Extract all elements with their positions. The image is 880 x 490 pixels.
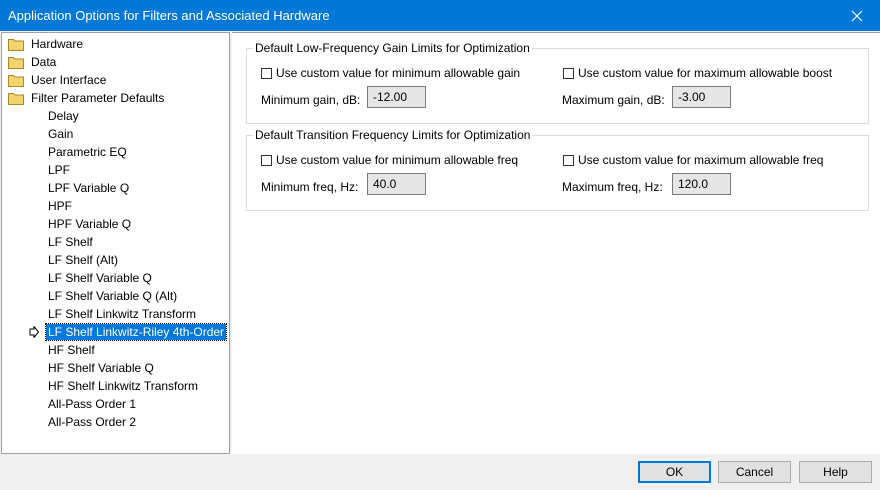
tree-folder-label: User Interface — [31, 73, 107, 87]
tree-item[interactable]: All-Pass Order 1 — [46, 395, 138, 413]
tree-item-label: LF Shelf Linkwitz-Riley 4th-Order — [44, 323, 228, 341]
folder-icon — [8, 75, 24, 87]
max-freq-field: 120.0 — [672, 173, 731, 195]
min-gain-checkbox[interactable]: Use custom value for minimum allowable g… — [261, 66, 520, 80]
freq-group-title: Default Transition Frequency Limits for … — [253, 128, 533, 142]
tree-item-label: HF Shelf — [48, 343, 95, 357]
tree-item-label: All-Pass Order 1 — [48, 397, 137, 411]
min-freq-label: Minimum freq, Hz: — [261, 180, 359, 194]
tree-item[interactable]: LF Shelf — [46, 233, 95, 251]
folder-icon — [8, 93, 24, 105]
window-title: Application Options for Filters and Asso… — [8, 8, 330, 23]
folder-icon — [8, 39, 24, 51]
tree-item-label: LPF Variable Q — [48, 181, 130, 195]
tree-item[interactable]: HF Shelf — [46, 341, 97, 359]
max-freq-label: Maximum freq, Hz: — [562, 180, 663, 194]
tree-item-label: LF Shelf (Alt) — [48, 253, 119, 267]
tree-item[interactable]: LF Shelf (Alt) — [46, 251, 120, 269]
tree-item[interactable]: HF Shelf Linkwitz Transform — [46, 377, 200, 395]
tree-folder[interactable]: Hardware — [8, 35, 85, 53]
min-gain-checkbox-label: Use custom value for minimum allowable g… — [276, 66, 521, 80]
gain-limits-group: Default Low-Frequency Gain Limits for Op… — [246, 41, 869, 124]
tree-item[interactable]: Parametric EQ — [46, 143, 129, 161]
tree-item[interactable]: HPF — [46, 197, 74, 215]
checkbox-box[interactable] — [261, 154, 272, 166]
tree-item-label: LF Shelf Variable Q — [48, 271, 152, 285]
tree-item-label: Delay — [48, 109, 79, 123]
tree-item-label: HF Shelf Linkwitz Transform — [48, 379, 199, 393]
tree-item-label: HF Shelf Variable Q — [48, 361, 154, 375]
tree-item[interactable]: LPF Variable Q — [46, 179, 131, 197]
max-freq-checkbox-label: Use custom value for maximum allowable f… — [578, 153, 824, 167]
tree-item-label: HPF Variable Q — [48, 217, 132, 231]
min-gain-field: -12.00 — [367, 86, 426, 108]
tree-item-label: HPF — [48, 199, 72, 213]
tree-item-label: LF Shelf — [48, 235, 93, 249]
tree-item[interactable]: LPF — [46, 161, 72, 179]
tree-item-label: All-Pass Order 2 — [48, 415, 137, 429]
tree-item[interactable]: All-Pass Order 2 — [46, 413, 138, 431]
min-freq-checkbox-label: Use custom value for minimum allowable f… — [276, 153, 519, 167]
ok-button[interactable]: OK — [638, 461, 711, 483]
tree-item[interactable]: Delay — [46, 107, 81, 125]
options-tree[interactable]: Hardware Data User Interface Filter Paramet… — [1, 32, 230, 454]
tree-folder[interactable]: User Interface — [8, 71, 108, 89]
tree-item[interactable]: Gain — [46, 125, 75, 143]
options-panel: Default Low-Frequency Gain Limits for Op… — [232, 32, 880, 454]
checkbox-box[interactable] — [563, 154, 574, 166]
tree-item[interactable]: LF Shelf Variable Q (Alt) — [46, 287, 179, 305]
close-button[interactable] — [834, 0, 880, 31]
max-boost-checkbox-label: Use custom value for maximum allowable b… — [578, 66, 833, 80]
help-button[interactable]: Help — [799, 461, 872, 483]
tree-folder-label: Data — [31, 55, 57, 69]
tree-folder[interactable]: Filter Parameter Defaults — [8, 89, 166, 107]
max-gain-field: -3.00 — [672, 86, 731, 108]
cancel-button[interactable]: Cancel — [718, 461, 791, 483]
close-icon — [851, 10, 863, 21]
tree-folder-label: Hardware — [31, 37, 84, 51]
tree-item-label: Gain — [48, 127, 74, 141]
freq-limits-group: Default Transition Frequency Limits for … — [246, 128, 869, 211]
folder-icon — [8, 57, 24, 69]
checkbox-box[interactable] — [563, 67, 574, 79]
gain-group-title: Default Low-Frequency Gain Limits for Op… — [253, 41, 532, 55]
tree-item[interactable]: LF Shelf Linkwitz-Riley 4th-Order — [44, 323, 228, 341]
tree-folder-label: Filter Parameter Defaults — [31, 91, 165, 105]
max-gain-label: Maximum gain, dB: — [562, 93, 665, 107]
min-gain-label: Minimum gain, dB: — [261, 93, 361, 107]
tree-item-label: LF Shelf Variable Q (Alt) — [48, 289, 178, 303]
max-boost-checkbox[interactable]: Use custom value for maximum allowable b… — [563, 66, 832, 80]
max-freq-checkbox[interactable]: Use custom value for maximum allowable f… — [563, 153, 823, 167]
arrow-right-icon — [29, 325, 40, 341]
tree-item[interactable]: LF Shelf Variable Q — [46, 269, 154, 287]
tree-item[interactable]: LF Shelf Linkwitz Transform — [46, 305, 198, 323]
min-freq-field: 40.0 — [367, 173, 426, 195]
tree-item[interactable]: HPF Variable Q — [46, 215, 133, 233]
tree-item-label: Parametric EQ — [48, 145, 127, 159]
checkbox-box[interactable] — [261, 67, 272, 79]
min-freq-checkbox[interactable]: Use custom value for minimum allowable f… — [261, 153, 518, 167]
tree-folder[interactable]: Data — [8, 53, 58, 71]
title-bar: Application Options for Filters and Asso… — [0, 0, 880, 31]
tree-item-label: LPF — [48, 163, 71, 177]
tree-item-label: LF Shelf Linkwitz Transform — [48, 307, 197, 321]
tree-item[interactable]: HF Shelf Variable Q — [46, 359, 156, 377]
